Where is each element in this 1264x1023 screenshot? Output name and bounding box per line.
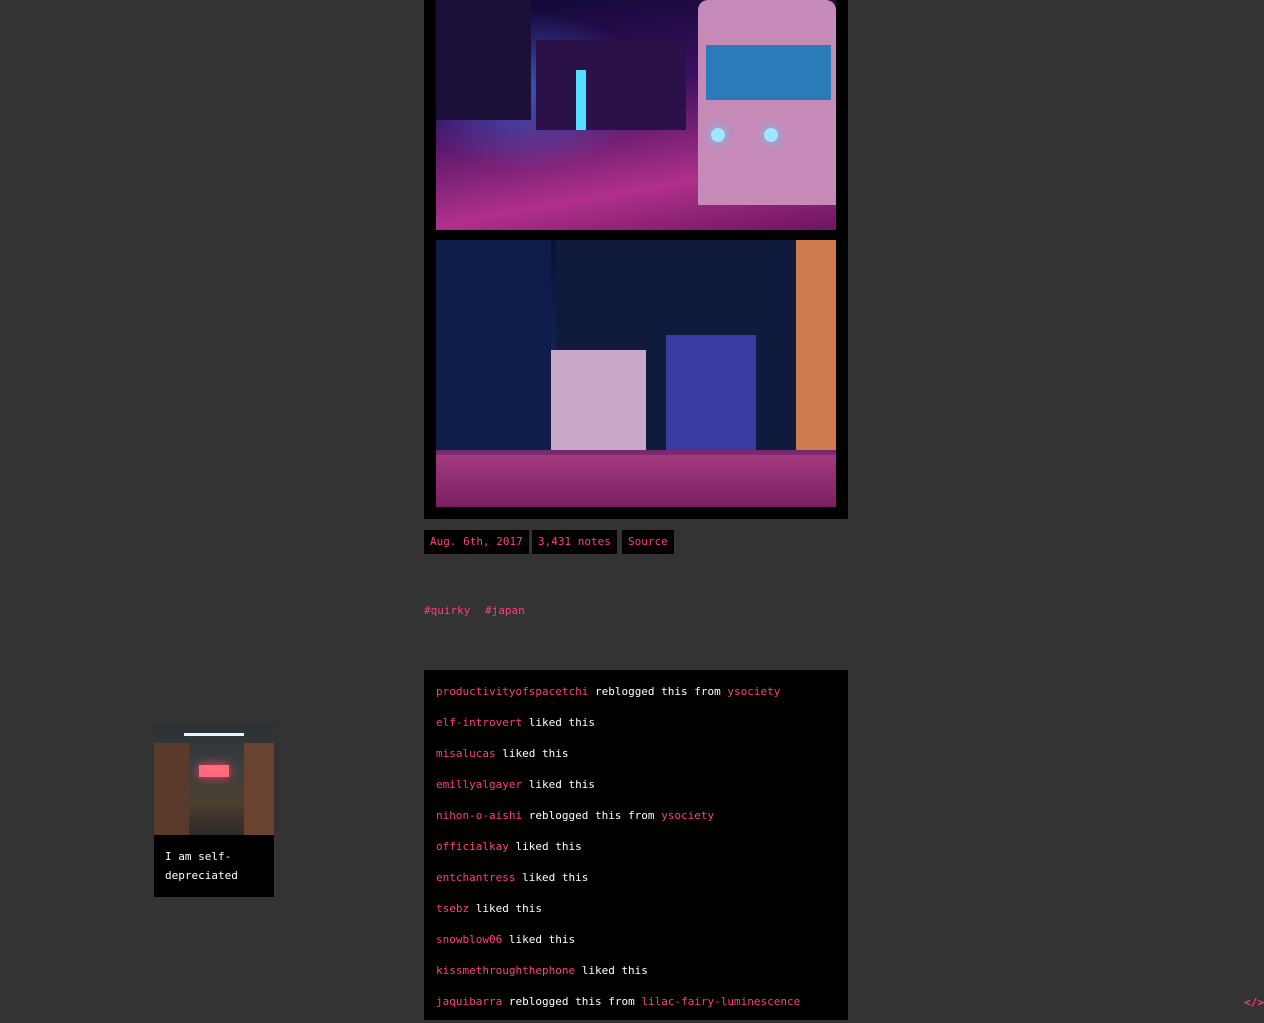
notes-list: productivityofspacetchi reblogged this f… xyxy=(424,670,848,1020)
note-action: liked this xyxy=(522,871,589,884)
blog-description: I am self-depreciated xyxy=(165,850,238,882)
shelf xyxy=(244,743,274,835)
note-action: liked this xyxy=(515,840,582,853)
building xyxy=(536,40,686,130)
shelf xyxy=(154,743,189,835)
note-user-link[interactable]: emillyalgayer xyxy=(436,778,522,791)
photo-street-night[interactable] xyxy=(436,240,836,507)
storefront-lit xyxy=(666,335,756,450)
road xyxy=(436,455,836,507)
building xyxy=(436,240,551,450)
note-user-link[interactable]: tsebz xyxy=(436,902,469,915)
note-user-link[interactable]: productivityofspacetchi xyxy=(436,685,588,698)
note-source-user-link[interactable]: ysociety xyxy=(727,685,780,698)
note-user-link[interactable]: elf-introvert xyxy=(436,716,522,729)
note-item: tsebz liked this xyxy=(424,899,848,930)
code-icon[interactable]: </> xyxy=(1244,996,1264,1009)
note-user-link[interactable]: jaquibarra xyxy=(436,995,502,1008)
note-user-link[interactable]: nihon-o-aishi xyxy=(436,809,522,822)
note-action: reblogged this from xyxy=(508,995,635,1008)
building xyxy=(436,0,531,120)
note-user-link[interactable]: entchantress xyxy=(436,871,515,884)
note-source-user-link[interactable]: lilac-fairy-luminescence xyxy=(641,995,800,1008)
tag-link[interactable]: #quirky xyxy=(424,604,470,617)
note-action: reblogged this from xyxy=(528,809,655,822)
sidebar-profile: I am self-depreciated xyxy=(154,723,274,897)
ceiling-light xyxy=(184,733,244,736)
tram-headlight xyxy=(764,128,778,142)
note-item: elf-introvert liked this xyxy=(424,713,848,744)
tram xyxy=(698,0,836,205)
note-action: liked this xyxy=(528,716,595,729)
note-item: kissmethroughthephone liked this xyxy=(424,961,848,992)
building-orange xyxy=(796,240,836,450)
source-link[interactable]: Source xyxy=(622,530,674,554)
post-date-link[interactable]: Aug. 6th, 2017 xyxy=(424,530,529,554)
note-item: officialkay liked this xyxy=(424,837,848,868)
avatar[interactable] xyxy=(154,723,274,835)
note-action: liked this xyxy=(475,902,542,915)
photoset xyxy=(424,0,848,519)
note-item: snowblow06 liked this xyxy=(424,930,848,961)
tram-window xyxy=(706,45,831,100)
notes-count-link[interactable]: 3,431 notes xyxy=(532,530,617,554)
note-item: jaquibarra reblogged this from lilac-fai… xyxy=(424,992,848,1023)
note-user-link[interactable]: misalucas xyxy=(436,747,496,760)
note-action: liked this xyxy=(528,778,595,791)
note-item: productivityofspacetchi reblogged this f… xyxy=(424,682,848,713)
note-action: reblogged this from xyxy=(594,685,721,698)
neon-sign xyxy=(199,765,229,777)
note-user-link[interactable]: kissmethroughthephone xyxy=(436,964,575,977)
note-item: misalucas liked this xyxy=(424,744,848,775)
storefront-light xyxy=(576,70,586,130)
note-item: emillyalgayer liked this xyxy=(424,775,848,806)
note-user-link[interactable]: snowblow06 xyxy=(436,933,502,946)
storefront-sign xyxy=(551,350,646,450)
post-tags: #quirky #japan xyxy=(424,604,533,617)
tag-link[interactable]: #japan xyxy=(485,604,525,617)
note-item: entchantress liked this xyxy=(424,868,848,899)
note-user-link[interactable]: officialkay xyxy=(436,840,509,853)
note-source-user-link[interactable]: ysociety xyxy=(661,809,714,822)
photo-tram-night[interactable] xyxy=(436,0,836,230)
tram-headlight xyxy=(711,128,725,142)
note-action: liked this xyxy=(508,933,576,946)
note-item: nihon-o-aishi reblogged this from ysocie… xyxy=(424,806,848,837)
note-action: liked this xyxy=(502,747,569,760)
note-action: liked this xyxy=(581,964,648,977)
